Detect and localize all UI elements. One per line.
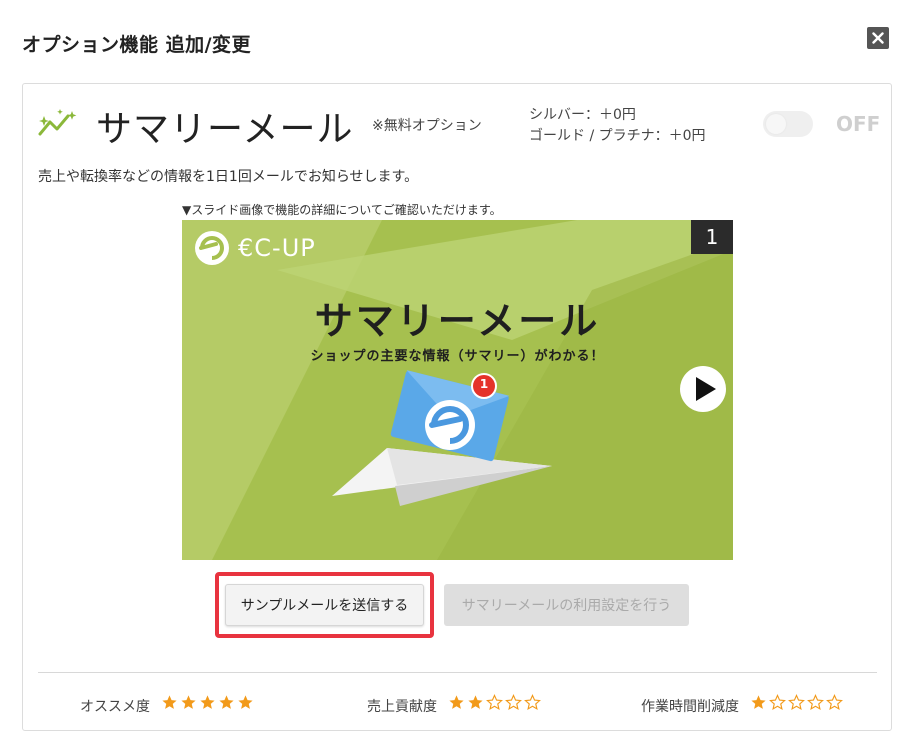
slide-subtitle: ショップの主要な情報（サマリー）がわかる！	[310, 349, 605, 364]
modal-title: オプション機能 追加/変更	[22, 34, 252, 56]
close-button[interactable]	[867, 27, 889, 49]
star-filled-icon	[162, 695, 177, 709]
sparkle-trend-icon	[38, 109, 77, 136]
slide-hint: ▼スライド画像で機能の詳細についてご確認いただけます。	[182, 203, 502, 217]
rating-stars-recommend	[161, 694, 254, 711]
star-empty-icon	[788, 694, 805, 711]
price-gold-platinum: ゴールド / プラチナ：＋0円	[529, 128, 706, 144]
toggle-state-label: OFF	[836, 112, 881, 136]
star-filled-icon	[449, 695, 464, 709]
play-icon[interactable]	[679, 365, 727, 413]
star-empty-icon	[486, 694, 503, 711]
star-empty-icon	[769, 694, 786, 711]
option-name: サマリーメール	[96, 109, 354, 150]
slide-artwork	[182, 220, 733, 560]
slide-title: サマリーメール	[314, 299, 601, 343]
slide-counter: 1	[691, 220, 733, 254]
star-filled-icon	[238, 695, 253, 709]
option-toggle[interactable]	[763, 111, 813, 137]
rating-label-time-saving: 作業時間削減度	[641, 699, 739, 715]
slide-logo-text: €C-UP	[238, 234, 316, 262]
price-silver: シルバー：＋0円	[529, 107, 636, 123]
free-option-note: ※無料オプション	[372, 118, 482, 134]
star-empty-icon	[524, 694, 541, 711]
rating-label-recommend: オススメ度	[80, 699, 150, 715]
star-empty-icon	[807, 694, 824, 711]
star-filled-icon	[219, 695, 234, 709]
star-filled-icon	[468, 695, 483, 709]
send-sample-mail-button[interactable]: サンプルメールを送信する	[225, 584, 424, 626]
rating-label-sales: 売上貢献度	[367, 699, 437, 715]
option-description: 売上や転換率などの情報を1日1回メールでお知らせします。	[38, 169, 419, 185]
slide-badge: 1	[479, 377, 489, 391]
slide-image[interactable]: 1 1 €C-UP サマリーメール ショップの主要な情報（サマリー）がわかる！	[182, 220, 733, 560]
divider	[38, 672, 877, 673]
rating-stars-time-saving	[750, 694, 843, 711]
star-empty-icon	[505, 694, 522, 711]
usage-settings-button: サマリーメールの利用設定を行う	[444, 584, 689, 626]
star-filled-icon	[751, 695, 766, 709]
star-empty-icon	[826, 694, 843, 711]
rating-stars-sales	[448, 694, 541, 711]
star-filled-icon	[181, 695, 196, 709]
close-icon	[872, 32, 884, 44]
toggle-knob	[766, 114, 786, 134]
star-filled-icon	[200, 695, 215, 709]
